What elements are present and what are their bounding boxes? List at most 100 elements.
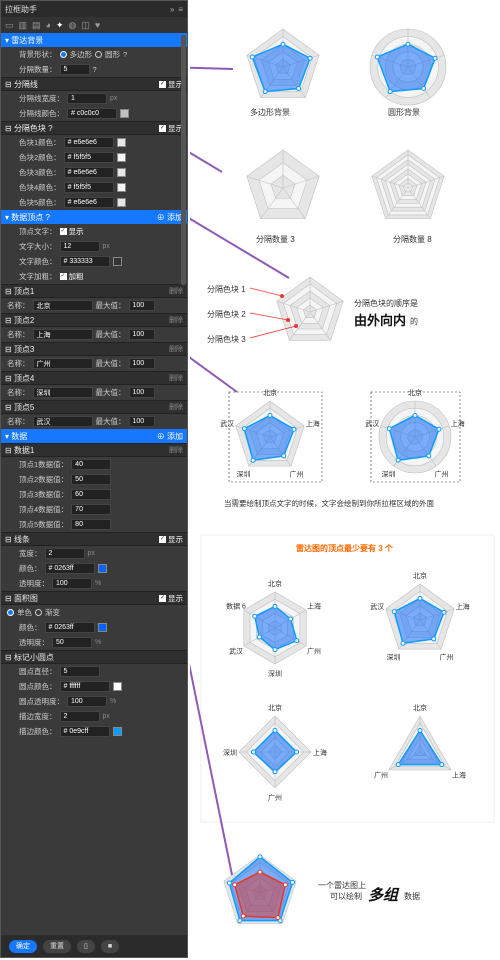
max-input[interactable]: 100 <box>128 329 155 340</box>
value-input[interactable]: 40 <box>71 459 112 470</box>
width-input[interactable]: 1 <box>67 93 107 104</box>
delete-button[interactable]: 删除 <box>169 344 183 354</box>
color-swatch[interactable] <box>97 564 107 573</box>
color-input[interactable]: # 0263ff <box>44 563 95 574</box>
add-button[interactable]: ⊕ 添加 <box>157 212 183 223</box>
vertex-header[interactable]: ⊟ 顶点3 删除 <box>1 342 187 356</box>
confirm-button[interactable]: 确定 <box>9 939 37 953</box>
data-point <box>417 727 423 733</box>
value-input[interactable]: 80 <box>71 519 112 530</box>
color-swatch[interactable] <box>116 183 126 192</box>
doc-icon[interactable]: ▯ <box>77 939 95 953</box>
color-swatch[interactable] <box>116 153 126 162</box>
scrollbar[interactable] <box>181 35 186 285</box>
radio-solid[interactable] <box>7 609 14 616</box>
radio-polygon[interactable] <box>59 51 67 58</box>
data-point <box>241 426 247 432</box>
section-radar-bg[interactable]: ▾ 雷达背景 <box>1 33 187 47</box>
alpha-input[interactable]: 100 <box>67 696 107 707</box>
color-input[interactable]: # e6e6e6 <box>63 197 114 208</box>
color-input[interactable]: # 0e9cff <box>59 726 110 737</box>
delete-button[interactable]: 删除 <box>169 445 183 455</box>
add-button[interactable]: ⊕ 添加 <box>157 431 183 442</box>
max-input[interactable]: 100 <box>128 416 155 427</box>
delete-button[interactable]: 删除 <box>169 315 183 325</box>
subsection-line[interactable]: ⊟ 线条 ✓ 显示 <box>1 532 187 546</box>
radio-circle[interactable] <box>95 51 102 58</box>
color-swatch[interactable] <box>112 727 122 736</box>
column-chart-icon[interactable]: ▤ <box>32 20 41 31</box>
border-width-input[interactable]: 2 <box>59 711 100 722</box>
vertex-header[interactable]: ⊟ 顶点1 删除 <box>1 284 187 298</box>
radio-gradient[interactable] <box>35 609 42 616</box>
size-input[interactable]: 12 <box>59 241 100 252</box>
collapse-icon[interactable]: » <box>170 5 174 14</box>
alpha-input[interactable]: 50 <box>52 637 92 648</box>
color-input[interactable]: # ffffff <box>59 681 110 692</box>
max-input[interactable]: 100 <box>128 300 155 311</box>
dataset-header[interactable]: ⊟ 数据1 删除 <box>1 443 187 457</box>
color-input[interactable]: # f5f5f5 <box>63 152 114 163</box>
color-input[interactable]: # c0c0c0 <box>67 108 117 119</box>
unit: % <box>95 580 102 587</box>
frame-icon[interactable]: ◫ <box>81 20 90 31</box>
section-vertices[interactable]: ▾ 数据顶点 ? ⊕ 添加 <box>1 210 187 224</box>
value-input[interactable]: 50 <box>71 474 112 485</box>
color-swatch[interactable] <box>120 109 129 118</box>
color-swatch[interactable] <box>112 682 122 691</box>
vertex-header[interactable]: ⊟ 顶点2 删除 <box>1 313 187 327</box>
delete-button[interactable]: 删除 <box>169 286 183 296</box>
heart-icon[interactable]: ♥ <box>95 20 100 30</box>
name-input[interactable]: 武汉 <box>32 416 93 427</box>
label: 色块4颜色： <box>19 183 61 192</box>
show-check[interactable]: 显示 <box>168 534 183 545</box>
vertex-header[interactable]: ⊟ 顶点4 删除 <box>1 371 187 385</box>
color-input[interactable]: # e6e6e6 <box>63 137 114 148</box>
show-check[interactable]: 显示 <box>168 593 183 604</box>
vertex-label: 北京 <box>413 571 427 580</box>
value-input[interactable]: 60 <box>71 489 112 500</box>
video-icon[interactable]: ■ <box>100 939 120 953</box>
data-point <box>275 915 281 921</box>
color-input[interactable]: # e6e6e6 <box>63 167 114 178</box>
max-input[interactable]: 100 <box>128 387 155 398</box>
vertex-header[interactable]: ⊟ 顶点5 删除 <box>1 400 187 414</box>
help-icon[interactable]: ? <box>93 65 97 74</box>
bold-check[interactable]: 加粗 <box>69 271 84 282</box>
color-input[interactable]: # f5f5f5 <box>63 182 114 193</box>
width-input[interactable]: 2 <box>44 548 85 559</box>
color-input[interactable]: # 0263ff <box>44 622 95 633</box>
color-input[interactable]: # 333333 <box>59 256 110 267</box>
reset-button[interactable]: 重置 <box>43 939 71 953</box>
alpha-input[interactable]: 100 <box>52 578 92 589</box>
name-input[interactable]: 上海 <box>32 329 93 340</box>
bar-chart-icon[interactable]: ▥ <box>19 20 28 31</box>
globe-icon[interactable]: ◍ <box>69 20 77 31</box>
name-input[interactable]: 深圳 <box>32 387 93 398</box>
radius-input[interactable]: 5 <box>59 666 100 677</box>
value-input[interactable]: 70 <box>71 504 112 515</box>
text-show[interactable]: 显示 <box>69 226 84 237</box>
section-data[interactable]: ▾ 数据 ⊕ 添加 <box>1 429 187 443</box>
name-input[interactable]: 北京 <box>32 300 93 311</box>
pie-chart-icon[interactable]: ◕ <box>46 20 51 30</box>
subsection-blocks[interactable]: ⊟ 分隔色块 ? ✓ 显示 <box>1 121 187 135</box>
color-swatch[interactable] <box>116 138 126 147</box>
radar-chart-icon[interactable]: ✦ <box>56 20 64 31</box>
help-icon[interactable]: ? <box>123 50 127 59</box>
delete-button[interactable]: 删除 <box>169 373 183 383</box>
subsection-divider[interactable]: ⊟ 分隔线 ✓ 显示 <box>1 77 187 91</box>
line-chart-icon[interactable]: ▭ <box>5 20 14 31</box>
color-swatch[interactable] <box>112 257 122 266</box>
color-swatch[interactable] <box>116 168 126 177</box>
count-input[interactable]: 5 <box>59 64 90 75</box>
vertex-label: 北京 <box>413 703 427 712</box>
name-input[interactable]: 广州 <box>32 358 93 369</box>
subsection-area[interactable]: ⊟ 面积图 ✓ 显示 <box>1 591 187 605</box>
menu-icon[interactable]: ≡ <box>178 5 183 14</box>
max-input[interactable]: 100 <box>128 358 155 369</box>
delete-button[interactable]: 删除 <box>169 402 183 412</box>
color-swatch[interactable] <box>116 198 126 207</box>
color-swatch[interactable] <box>97 623 107 632</box>
subsection-marker[interactable]: ⊟ 标记小圆点 <box>1 650 187 664</box>
